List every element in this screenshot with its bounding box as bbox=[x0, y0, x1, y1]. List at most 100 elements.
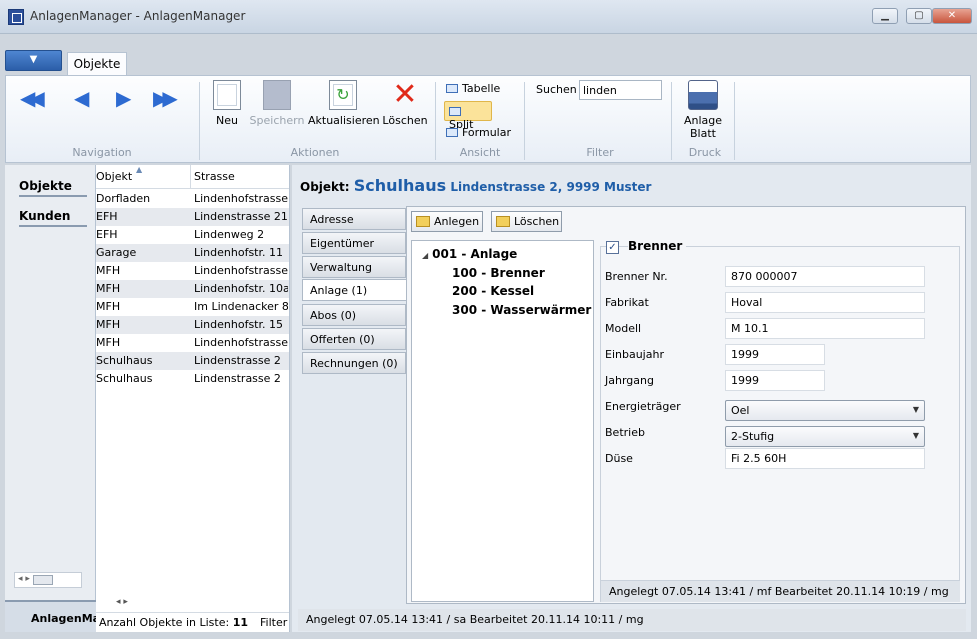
anlegen-button[interactable]: Anlegen bbox=[411, 211, 483, 232]
previous-record-icon[interactable]: ◀ bbox=[74, 86, 90, 110]
application-menu-button[interactable]: ▼ bbox=[5, 50, 62, 71]
print-anlage-blatt-button[interactable]: Anlage Blatt bbox=[679, 80, 727, 140]
view-tabelle-button[interactable]: Tabelle bbox=[446, 82, 500, 95]
field-input[interactable]: 1999 bbox=[725, 344, 825, 365]
object-address: Lindenstrasse 2, 9999 Muster bbox=[450, 180, 652, 194]
detail-tab[interactable]: Rechnungen (0) bbox=[302, 352, 406, 374]
cell-strasse: Lindenhofstrasse 1 bbox=[194, 192, 288, 205]
column-header-objekt[interactable]: Objekt bbox=[96, 170, 132, 183]
detail-tab[interactable]: Eigentümer bbox=[302, 232, 406, 254]
cell-strasse: Lindenhofstr. 10a bbox=[194, 282, 288, 295]
new-document-icon bbox=[213, 80, 241, 110]
table-row[interactable]: Schulhaus Lindenstrasse 2 bbox=[96, 370, 289, 388]
field-label: Modell bbox=[605, 322, 642, 335]
ribbon-separator bbox=[199, 82, 200, 160]
table-view-icon bbox=[446, 84, 458, 93]
ribbon-separator bbox=[671, 82, 672, 160]
next-record-icon[interactable]: ▶ bbox=[116, 86, 132, 110]
column-header-strasse[interactable]: Strasse bbox=[194, 170, 235, 183]
table-row[interactable]: MFH Lindenhofstrasse 8 bbox=[96, 262, 289, 280]
ribbon-separator bbox=[524, 82, 525, 160]
view-formular-button[interactable]: Formular bbox=[446, 126, 511, 139]
new-button[interactable]: Neu bbox=[212, 80, 242, 127]
save-floppy-icon bbox=[263, 80, 291, 110]
search-input[interactable] bbox=[579, 80, 662, 100]
field-label: Energieträger bbox=[605, 400, 681, 413]
cell-strasse: Lindenhofstrasse 1 bbox=[194, 336, 288, 349]
tree-node[interactable]: 100 - Brenner bbox=[452, 266, 545, 280]
field-select[interactable]: Oel bbox=[725, 400, 925, 421]
remove-label: Löschen bbox=[514, 215, 560, 228]
view-split-button[interactable]: Split bbox=[444, 101, 492, 131]
brenner-checkbox[interactable]: ✓ bbox=[606, 241, 619, 254]
anlegen-label: Anlegen bbox=[434, 215, 480, 228]
view-tabelle-label: Tabelle bbox=[462, 82, 501, 95]
group-label-ansicht: Ansicht bbox=[459, 146, 501, 159]
nav-item-kunden[interactable]: Kunden bbox=[19, 209, 87, 227]
nav-horizontal-scrollbar[interactable]: ◂ ▸ bbox=[14, 572, 82, 588]
cell-objekt: Schulhaus bbox=[96, 354, 153, 367]
delete-folder-icon bbox=[496, 216, 510, 227]
table-row[interactable]: Schulhaus Lindenstrasse 2 bbox=[96, 352, 289, 370]
field-input[interactable]: Fi 2.5 60H bbox=[725, 448, 925, 469]
maximize-button[interactable]: ▢ bbox=[906, 8, 932, 24]
field-input[interactable]: Hoval bbox=[725, 292, 925, 313]
refresh-button[interactable]: ↻ Aktualisieren bbox=[308, 80, 380, 127]
table-row[interactable]: MFH Lindenhofstrasse 1 bbox=[96, 334, 289, 352]
table-row[interactable]: Dorfladen Lindenhofstrasse 1 bbox=[96, 190, 289, 208]
refresh-icon: ↻ bbox=[329, 80, 357, 110]
detail-tab[interactable]: Abos (0) bbox=[302, 304, 406, 326]
minimize-button[interactable]: ▁ bbox=[872, 8, 898, 24]
delete-button[interactable]: ✕ Löschen bbox=[382, 77, 428, 128]
save-button[interactable]: Speichern bbox=[249, 80, 305, 127]
cell-strasse: Lindenhofstr. 11 bbox=[194, 246, 283, 259]
grid-horizontal-scrollbar[interactable]: ◂ ▸ bbox=[116, 597, 286, 611]
tree-node-root[interactable]: ◢ 001 - Anlage bbox=[422, 247, 517, 261]
cell-objekt: MFH bbox=[96, 282, 121, 295]
table-row[interactable]: EFH Lindenweg 2 bbox=[96, 226, 289, 244]
table-row[interactable]: MFH Lindenhofstr. 10a bbox=[96, 280, 289, 298]
table-row[interactable]: Garage Lindenhofstr. 11 bbox=[96, 244, 289, 262]
detail-tab[interactable]: Offerten (0) bbox=[302, 328, 406, 350]
cell-strasse: Lindenstrasse 2 bbox=[194, 354, 281, 367]
nav-footer: AnlagenManager bbox=[5, 600, 96, 632]
nav-item-objekte[interactable]: Objekte bbox=[19, 179, 87, 197]
cell-objekt: Schulhaus bbox=[96, 372, 153, 385]
table-row[interactable]: EFH Lindenstrasse 21 bbox=[96, 208, 289, 226]
field-label: Einbaujahr bbox=[605, 348, 664, 361]
detail-tab[interactable]: Verwaltung bbox=[302, 256, 406, 278]
field-label: Brenner Nr. bbox=[605, 270, 668, 283]
table-row[interactable]: MFH Im Lindenacker 8 bbox=[96, 298, 289, 316]
delete-x-icon: ✕ bbox=[392, 77, 418, 112]
brenner-title: Brenner bbox=[628, 239, 687, 253]
scroll-thumb[interactable] bbox=[33, 575, 53, 585]
remove-button[interactable]: Löschen bbox=[491, 211, 562, 232]
table-row[interactable]: MFH Lindenhofstr. 15 bbox=[96, 316, 289, 334]
cell-objekt: EFH bbox=[96, 228, 118, 241]
field-input[interactable]: 1999 bbox=[725, 370, 825, 391]
field-select[interactable]: 2-Stufig bbox=[725, 426, 925, 447]
tree-node[interactable]: 300 - Wasserwärmer bbox=[452, 303, 591, 317]
first-record-icon[interactable]: ◀◀ bbox=[20, 86, 45, 110]
view-formular-label: Formular bbox=[462, 126, 512, 139]
column-divider bbox=[190, 165, 191, 189]
detail-tab[interactable]: Adresse bbox=[302, 208, 406, 230]
form-status-bar: Angelegt 07.05.14 13:41 / mf Bearbeitet … bbox=[601, 580, 960, 602]
window-title: AnlagenManager - AnlagenManager bbox=[30, 9, 246, 23]
field-input[interactable]: M 10.1 bbox=[725, 318, 925, 339]
cell-strasse: Im Lindenacker 8 bbox=[194, 300, 288, 313]
last-record-icon[interactable]: ▶▶ bbox=[153, 86, 178, 110]
field-label: Jahrgang bbox=[605, 374, 654, 387]
tab-objekte[interactable]: Objekte bbox=[67, 52, 127, 76]
detail-tab[interactable]: Anlage (1) bbox=[302, 279, 408, 301]
field-input[interactable]: 870 000007 bbox=[725, 266, 925, 287]
object-count-label: Anzahl Objekte in Liste: bbox=[99, 616, 230, 629]
tree-expand-icon[interactable]: ◢ bbox=[422, 251, 428, 260]
close-button[interactable]: ✕ bbox=[932, 8, 972, 24]
printer-icon bbox=[688, 80, 718, 110]
tree-root-label: 001 - Anlage bbox=[432, 247, 518, 261]
tree-node[interactable]: 200 - Kessel bbox=[452, 284, 534, 298]
save-button-label: Speichern bbox=[249, 114, 305, 127]
object-prefix: Objekt: bbox=[300, 180, 350, 194]
left-navigation: Objekte Kunden bbox=[5, 165, 96, 632]
